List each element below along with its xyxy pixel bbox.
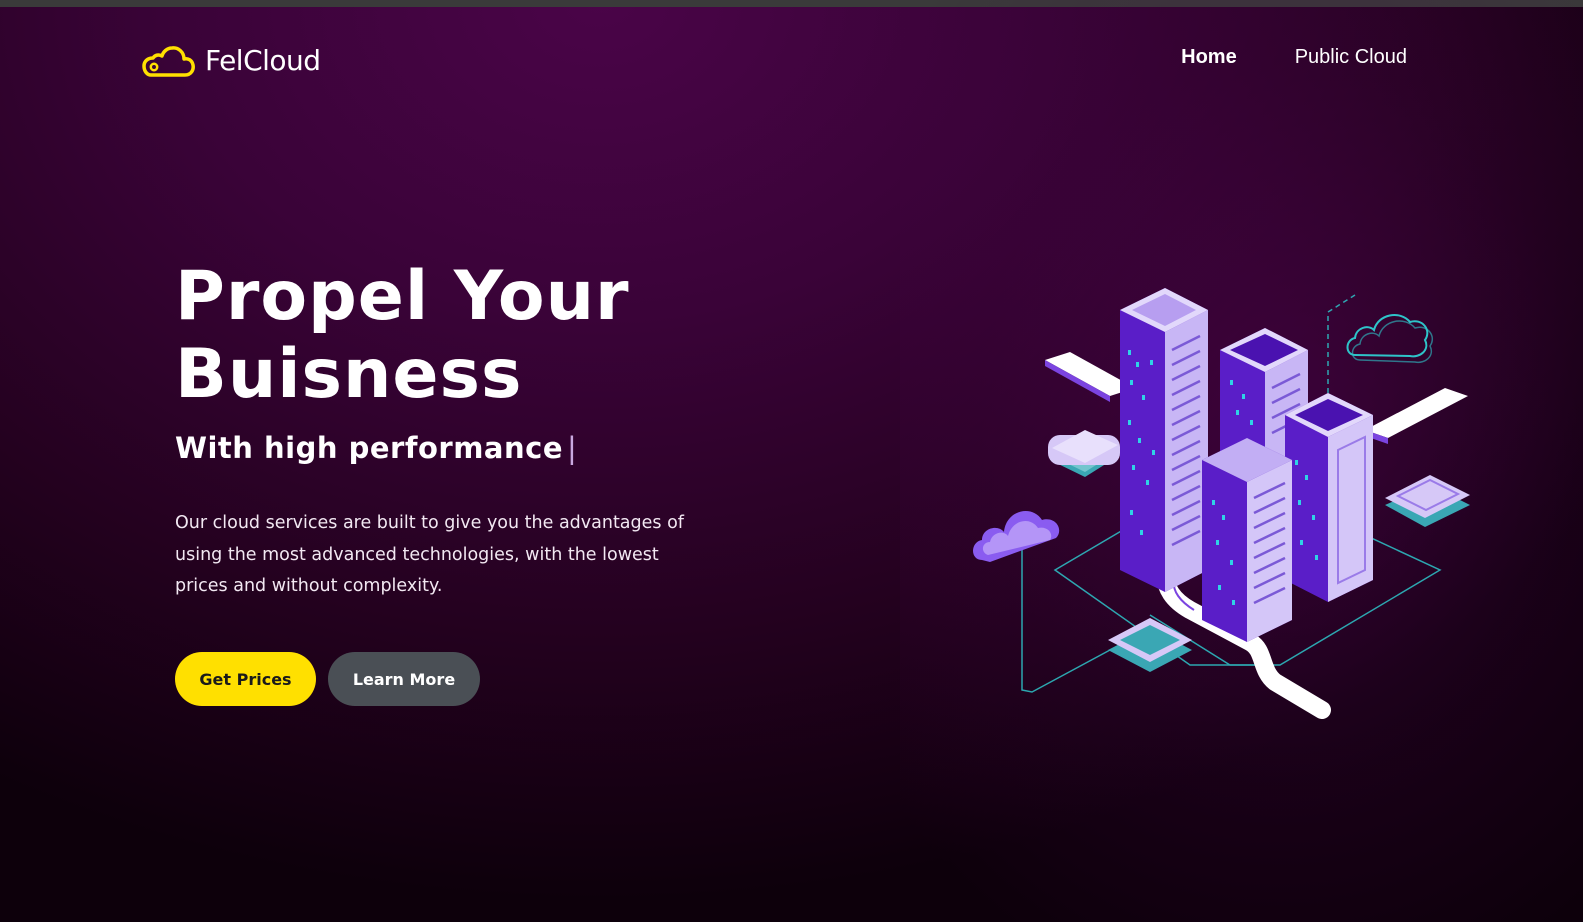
brand-name: FelCloud: [205, 43, 321, 77]
hero-title-line-1: Propel Your: [175, 257, 630, 336]
get-prices-button[interactable]: Get Prices: [175, 652, 316, 706]
hero-title: Propel Your Buisness: [175, 258, 630, 414]
nav-item-public-cloud[interactable]: Public Cloud: [1295, 44, 1407, 70]
hero-title-line-2: Buisness: [175, 335, 523, 414]
cloud-icon: [141, 42, 195, 78]
learn-more-button[interactable]: Learn More: [328, 652, 480, 706]
hero-subtitle: With high performance |: [175, 428, 577, 468]
nav-item-home[interactable]: Home: [1181, 44, 1237, 70]
typing-caret: |: [566, 431, 578, 465]
hero-description: Our cloud services are built to give you…: [175, 513, 684, 596]
hero-subtitle-text: With high performance: [175, 431, 563, 465]
main-nav: Home Public Cloud: [1181, 44, 1407, 70]
brand-logo[interactable]: FelCloud: [141, 38, 321, 82]
isometric-city-illustration: [960, 270, 1480, 730]
